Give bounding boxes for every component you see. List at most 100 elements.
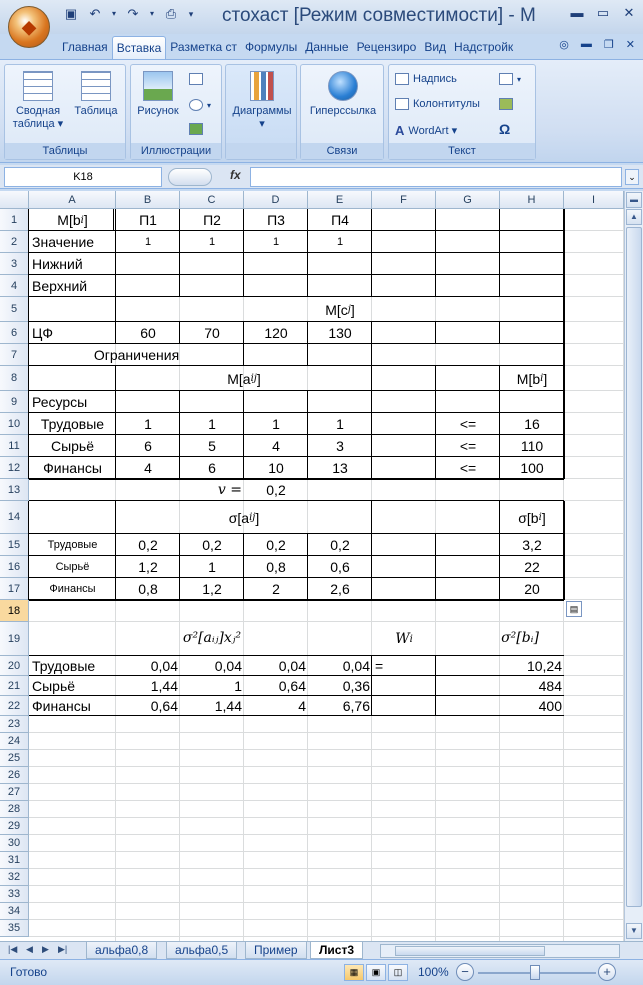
cell-a9[interactable]: Ресурсы bbox=[29, 391, 116, 413]
hscroll-thumb[interactable] bbox=[395, 946, 545, 956]
sheet-next-icon[interactable]: ▶ bbox=[42, 944, 49, 955]
cell-c17[interactable]: 1,2 bbox=[180, 578, 244, 600]
cell-d12[interactable]: 10 bbox=[244, 457, 308, 479]
sheet-tab-alpha08[interactable]: альфа0,8 bbox=[86, 942, 158, 959]
cell-d2[interactable]: 1 bbox=[244, 231, 308, 253]
cell-f19[interactable]: Wi bbox=[372, 622, 436, 656]
column-header-g[interactable]: G bbox=[436, 191, 500, 209]
help-icon[interactable]: ◎ bbox=[559, 38, 569, 51]
cell-h14[interactable]: σ[b i] bbox=[500, 501, 564, 534]
tab-page-layout[interactable]: Разметка ст bbox=[166, 36, 241, 60]
cell-a4[interactable]: Верхний bbox=[29, 275, 116, 297]
expand-formula-bar-icon[interactable]: ⌄ bbox=[625, 169, 639, 185]
row-header-33[interactable]: 33 bbox=[0, 886, 29, 903]
cell-a20[interactable]: Трудовые bbox=[29, 656, 116, 676]
cell-d13[interactable]: 0,2 bbox=[244, 479, 308, 501]
tab-view[interactable]: Вид bbox=[420, 36, 450, 60]
column-header-f[interactable]: F bbox=[372, 191, 436, 209]
cell-m5[interactable]: M[c j] bbox=[116, 297, 564, 322]
cell-d16[interactable]: 0,8 bbox=[244, 556, 308, 578]
zoom-slider-knob[interactable] bbox=[530, 965, 540, 980]
cell-c20[interactable]: 0,04 bbox=[180, 656, 244, 676]
charts-button[interactable]: Диаграммы ▾ bbox=[228, 71, 296, 131]
cell-c6[interactable]: 70 bbox=[180, 322, 244, 344]
undo-icon[interactable]: ↶ bbox=[86, 6, 104, 22]
scroll-down-icon[interactable]: ▼ bbox=[626, 923, 642, 939]
cell-d11[interactable]: 4 bbox=[244, 435, 308, 457]
cell-h12[interactable]: 100 bbox=[500, 457, 564, 479]
cell-b6[interactable]: 60 bbox=[116, 322, 180, 344]
scroll-split-icon[interactable]: ▬ bbox=[626, 192, 642, 208]
cell-e15[interactable]: 0,2 bbox=[308, 534, 372, 556]
tab-home[interactable]: Главная bbox=[58, 36, 112, 60]
horizontal-scrollbar[interactable] bbox=[380, 944, 620, 958]
cell-a12[interactable]: Финансы bbox=[29, 457, 116, 479]
cell-h17[interactable]: 20 bbox=[500, 578, 564, 600]
cell-m8[interactable]: M[a ij] bbox=[116, 366, 372, 391]
cell-e20[interactable]: 0,04 bbox=[308, 656, 372, 676]
office-button[interactable]: ◆ bbox=[8, 6, 50, 48]
cell-g10[interactable]: <= bbox=[436, 413, 500, 435]
page-break-view-icon[interactable]: ◫ bbox=[388, 964, 408, 981]
sheet-prev-icon[interactable]: ◀ bbox=[26, 944, 33, 955]
row-header-27[interactable]: 27 bbox=[0, 784, 29, 801]
zoom-level[interactable]: 100% bbox=[418, 965, 449, 979]
pivot-table-button[interactable]: Сводная таблица ▾ bbox=[11, 71, 65, 131]
row-header-34[interactable]: 34 bbox=[0, 903, 29, 920]
row-header-31[interactable]: 31 bbox=[0, 852, 29, 869]
cell-a16[interactable]: Сырьё bbox=[29, 556, 116, 578]
cell-a22[interactable]: Финансы bbox=[29, 696, 116, 716]
cell-b17[interactable]: 0,8 bbox=[116, 578, 180, 600]
wb-minimize-icon[interactable]: ▬ bbox=[581, 38, 592, 51]
row-header-35[interactable]: 35 bbox=[0, 920, 29, 937]
row-header-26[interactable]: 26 bbox=[0, 767, 29, 784]
zoom-in-icon[interactable]: + bbox=[598, 963, 616, 981]
column-header-h[interactable]: H bbox=[500, 191, 564, 209]
row-header-28[interactable]: 28 bbox=[0, 801, 29, 818]
cell-e11[interactable]: 3 bbox=[308, 435, 372, 457]
sheet-tab-list3[interactable]: Лист3 bbox=[310, 942, 364, 959]
row-header-23[interactable]: 23 bbox=[0, 716, 29, 733]
name-box[interactable]: K18 bbox=[4, 167, 162, 187]
row-header-22[interactable]: 22 bbox=[0, 696, 29, 716]
cell-b22[interactable]: 0,64 bbox=[116, 696, 180, 716]
cell-d22[interactable]: 4 bbox=[244, 696, 308, 716]
sheet-first-icon[interactable]: |◀ bbox=[8, 944, 17, 955]
cell-c13[interactable]: v = bbox=[180, 479, 244, 501]
cell-e6[interactable]: 130 bbox=[308, 322, 372, 344]
tab-data[interactable]: Данные bbox=[301, 36, 352, 60]
formula-input[interactable] bbox=[250, 167, 622, 187]
smartart-button[interactable] bbox=[189, 123, 203, 135]
cell-c1[interactable]: П2 bbox=[180, 209, 244, 231]
shapes-button[interactable]: ▾ bbox=[189, 99, 211, 111]
cell-d15[interactable]: 0,2 bbox=[244, 534, 308, 556]
cell-e22[interactable]: 6,76 bbox=[308, 696, 372, 716]
symbol-button[interactable]: Ω bbox=[499, 121, 510, 137]
cell-c22[interactable]: 1,44 bbox=[180, 696, 244, 716]
row-header-3[interactable]: 3 bbox=[0, 253, 29, 275]
cell-h11[interactable]: 110 bbox=[500, 435, 564, 457]
cell-h22[interactable]: 400 bbox=[500, 696, 564, 716]
cell-e21[interactable]: 0,36 bbox=[308, 676, 372, 696]
column-header-i[interactable]: I bbox=[564, 191, 624, 209]
cell-g11[interactable]: <= bbox=[436, 435, 500, 457]
tab-insert[interactable]: Вставка bbox=[111, 36, 167, 60]
row-header-5[interactable]: 5 bbox=[0, 297, 29, 322]
cell-e17[interactable]: 2,6 bbox=[308, 578, 372, 600]
cell-b21[interactable]: 1,44 bbox=[116, 676, 180, 696]
header-footer-button[interactable]: Колонтитулы bbox=[395, 98, 480, 110]
paste-options-icon[interactable]: ▤ bbox=[566, 601, 582, 617]
cell-b10[interactable]: 1 bbox=[116, 413, 180, 435]
row-header-1[interactable]: 1 bbox=[0, 209, 29, 231]
row-header-30[interactable]: 30 bbox=[0, 835, 29, 852]
redo-dropdown-icon[interactable]: ▾ bbox=[148, 6, 156, 22]
cell-c21[interactable]: 1 bbox=[180, 676, 244, 696]
maximize-icon[interactable]: ▭ bbox=[595, 6, 611, 20]
row-header-14[interactable]: 14 bbox=[0, 501, 29, 534]
sheet-tab-alpha05[interactable]: альфа0,5 bbox=[166, 942, 238, 959]
cell-h15[interactable]: 3,2 bbox=[500, 534, 564, 556]
hyperlink-button[interactable]: Гиперссылка bbox=[303, 71, 383, 118]
cell-d20[interactable]: 0,04 bbox=[244, 656, 308, 676]
tab-addins[interactable]: Надстройк bbox=[450, 36, 517, 60]
row-header-16[interactable]: 16 bbox=[0, 556, 29, 578]
